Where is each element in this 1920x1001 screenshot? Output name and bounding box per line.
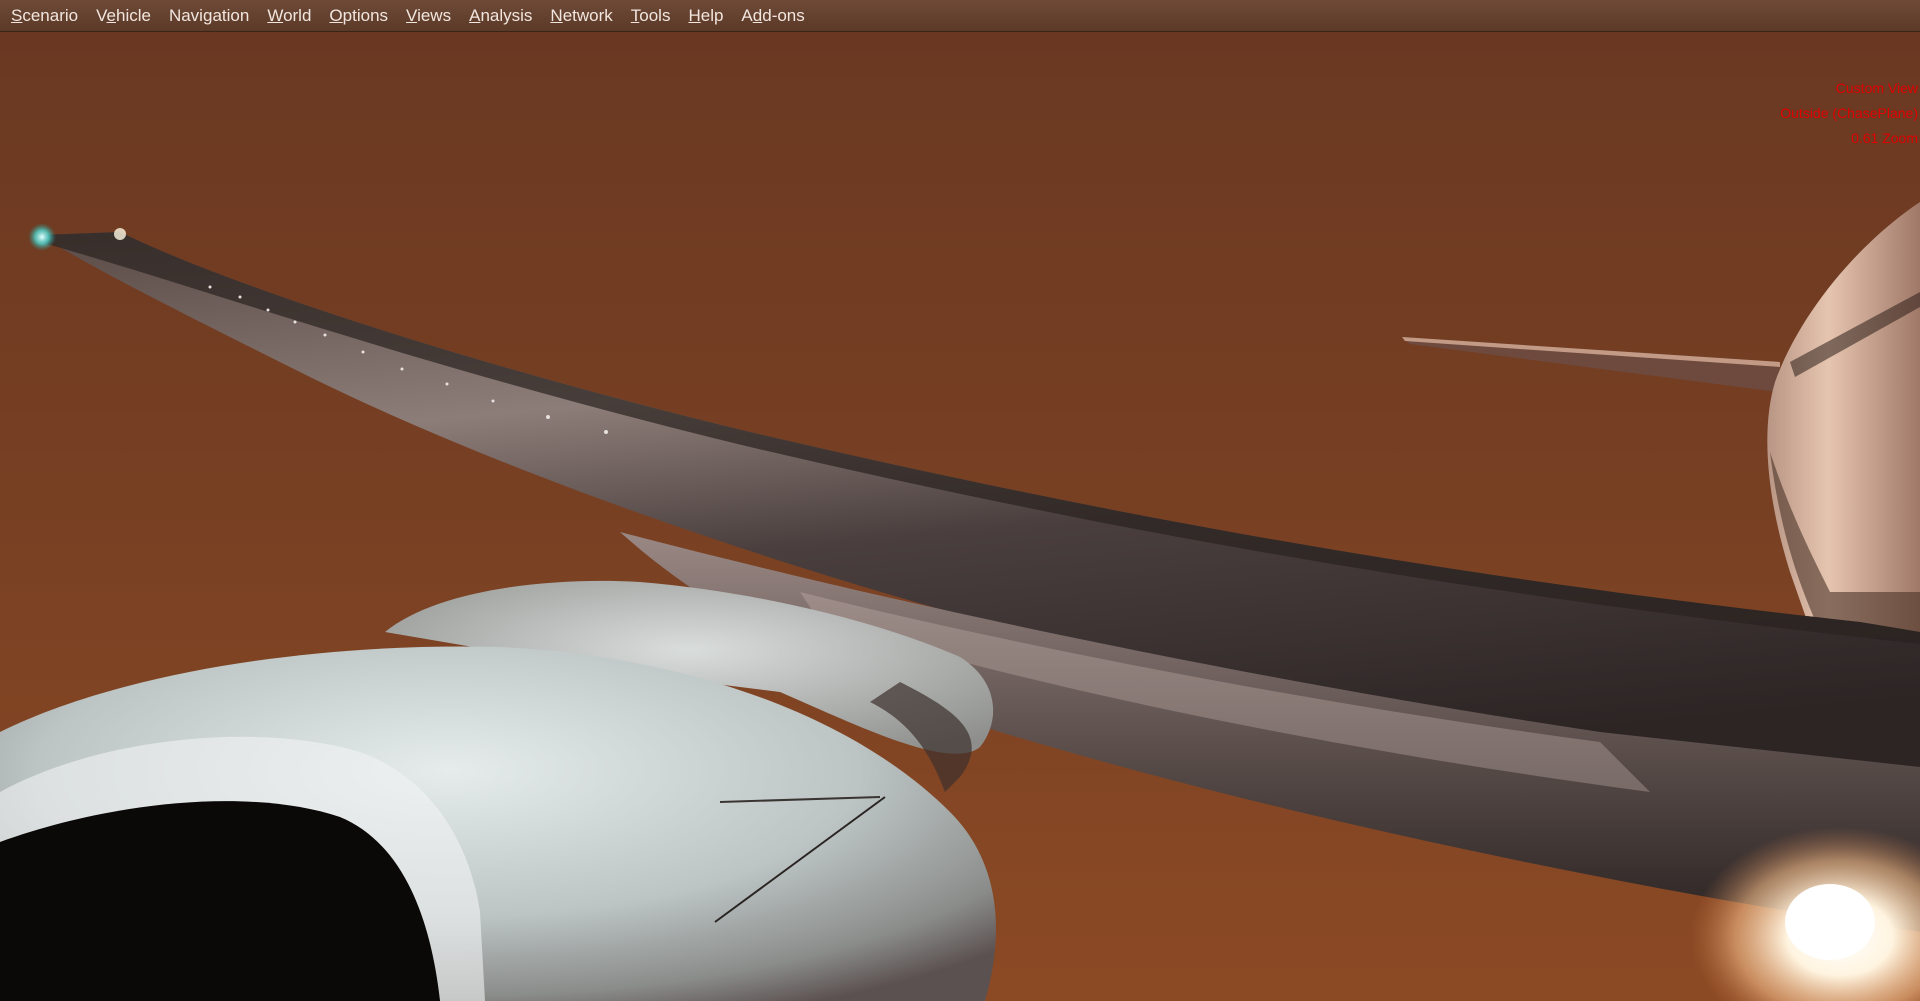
menu-scenario[interactable]: Scenario [2, 0, 87, 32]
wingtip-nav-light [28, 223, 56, 251]
camera-label: Outside (ChasePlane) [1780, 105, 1918, 121]
menu-world[interactable]: World [258, 0, 320, 32]
menu-tools[interactable]: Tools [622, 0, 680, 32]
menu-network[interactable]: Network [541, 0, 621, 32]
menu-addons[interactable]: Add-ons [732, 0, 813, 32]
menu-help[interactable]: Help [679, 0, 732, 32]
3d-viewport[interactable]: Custom View Outside (ChasePlane) 0.61 Zo… [0, 32, 1920, 1001]
menu-options[interactable]: Options [320, 0, 397, 32]
view-info-overlay: Custom View Outside (ChasePlane) 0.61 Zo… [1780, 76, 1918, 151]
menu-navigation[interactable]: Navigation [160, 0, 258, 32]
view-name-label: Custom View [1835, 80, 1918, 96]
zoom-label: 0.61 Zoom [1851, 130, 1918, 146]
flight-scene [0, 32, 1920, 1001]
menu-analysis[interactable]: Analysis [460, 0, 541, 32]
wingtip-strobe [114, 228, 126, 240]
menu-bar: Scenario Vehicle Navigation World Options Vie… [0, 0, 1920, 32]
menu-views[interactable]: Views [397, 0, 460, 32]
menu-vehicle[interactable]: Vehicle [87, 0, 160, 32]
simulator-window: Scenario Vehicle Navigation World Options Vie… [0, 0, 1920, 1001]
